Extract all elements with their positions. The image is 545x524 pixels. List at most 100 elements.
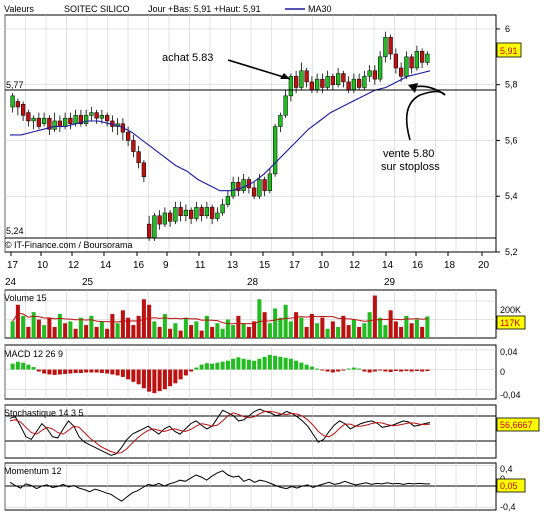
volume-bar: [362, 323, 367, 338]
candle-body: [404, 56, 409, 77]
volume-bar: [68, 321, 73, 338]
candle-body: [167, 212, 173, 222]
candle-body: [383, 37, 388, 58]
candle-body: [419, 50, 425, 63]
macd-bar: [189, 369, 194, 372]
candle-body: [41, 117, 47, 124]
candle-body: [278, 115, 283, 127]
stochastic-value-text: 56,6667: [500, 420, 533, 430]
x-tick-label: 12: [68, 260, 80, 271]
candle-body: [267, 173, 273, 191]
candle-body: [178, 207, 183, 217]
candle-body: [251, 187, 257, 197]
candle-body: [62, 117, 68, 127]
candle-body: [330, 76, 336, 85]
volume-bar: [99, 321, 104, 338]
volume-bar: [299, 317, 304, 338]
volume-bar: [246, 326, 251, 338]
volume-bar: [157, 326, 162, 338]
macd-bar: [252, 360, 257, 370]
macd-bar: [15, 361, 20, 370]
volume-bar: [388, 310, 393, 338]
volume-bar: [288, 321, 293, 338]
volume-tick-200k: 200K: [500, 305, 521, 315]
macd-bar: [73, 369, 78, 373]
x-axis: 17 10 12 14 16 9 11 13 15 17 10 12 14 16 18 20 24 25 28 29: [5, 251, 496, 288]
macd-bar: [336, 369, 341, 372]
volume-bar: [189, 325, 194, 338]
macd-bar: [57, 369, 62, 375]
volume-bar: [309, 314, 314, 338]
macd-bar: [10, 363, 15, 370]
volume-bar: [115, 323, 120, 338]
macd-bar: [393, 369, 398, 372]
macd-bar: [273, 355, 278, 370]
macd-bar: [267, 354, 272, 370]
candle-body: [68, 117, 73, 124]
volume-bar: [105, 328, 110, 338]
macd-bar: [99, 369, 104, 373]
volume-value-text: 117K: [500, 318, 520, 328]
macd-bar: [210, 363, 215, 370]
candle-body: [152, 215, 157, 239]
volume-bar: [183, 317, 188, 338]
macd-bar: [63, 369, 68, 374]
x-tick-label: 17: [7, 260, 19, 271]
candle-body: [83, 115, 89, 124]
macd-bar: [409, 369, 414, 372]
macd-bar: [346, 368, 351, 370]
valeurs-label[interactable]: Valeurs: [4, 4, 34, 14]
candle-body: [409, 56, 414, 69]
candle-body: [372, 70, 378, 80]
copyright-mark: ©: [5, 240, 12, 250]
macd-bar: [241, 358, 246, 370]
y-tick-label: 6: [505, 24, 510, 34]
volume-bar: [42, 325, 47, 338]
macd-bar: [110, 369, 115, 375]
candle-body: [257, 179, 262, 197]
volume-bar: [420, 326, 425, 338]
volume-panel: Volume 15 200K 117K: [4, 289, 526, 339]
macd-bar: [309, 366, 314, 370]
candle-body: [146, 223, 152, 239]
candle-body: [351, 78, 357, 91]
volume-bar: [399, 326, 404, 338]
buy-annotation: achat 5.83: [162, 52, 213, 64]
x-tick-labels: 17 10 12 14 16 9 11 13 15 17 10 12 14 16 18 20: [7, 252, 490, 271]
x-tick-label: 12: [349, 260, 361, 271]
macd-bar: [330, 369, 335, 373]
volume-bar: [63, 323, 68, 338]
macd-bar: [194, 367, 199, 370]
momentum-tick-top: 0,4: [500, 464, 513, 474]
header-legend: Valeurs SOITEC SILICO Jour +Bas: 5,91 +H…: [0, 2, 380, 14]
candle-body: [341, 73, 346, 83]
macd-bar: [173, 369, 178, 384]
candle-body: [73, 115, 78, 124]
ma-legend-label: MA30: [308, 4, 332, 14]
macd-bar: [378, 369, 383, 371]
volume-bar: [194, 321, 199, 338]
volume-bar: [215, 323, 220, 338]
x-tick-label: 11: [195, 260, 206, 271]
macd-tick-bottom: -0,04: [500, 390, 521, 400]
candle-body: [199, 207, 204, 217]
volume-bar: [15, 304, 20, 338]
candle-body: [36, 117, 42, 127]
volume-bar: [283, 304, 288, 338]
macd-bar: [351, 367, 356, 370]
volume-bar: [257, 299, 262, 338]
x-day-label: 24: [5, 277, 17, 288]
volume-bar: [236, 315, 241, 338]
volume-bar: [173, 323, 178, 338]
volume-bar: [425, 316, 430, 338]
candle-body: [241, 179, 246, 191]
volume-bar: [120, 310, 125, 338]
macd-bar: [215, 362, 220, 370]
volume-bar: [26, 326, 31, 338]
candle-body: [15, 101, 21, 108]
volume-bar: [330, 321, 335, 338]
macd-bar: [257, 358, 262, 370]
macd-bar: [225, 360, 230, 370]
momentum-value-text: 0,05: [500, 481, 518, 491]
candle-body: [157, 215, 162, 225]
